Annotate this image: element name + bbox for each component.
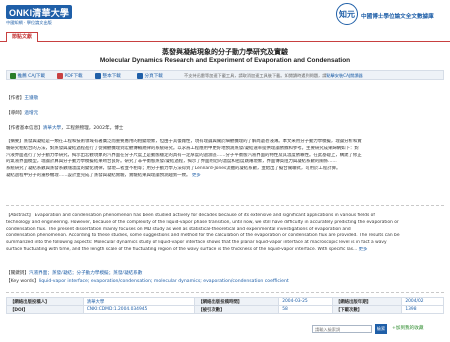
title-english: Molecular Dynamics Research and Experime… — [99, 57, 351, 64]
table-value-cell: 2004/02 — [401, 297, 444, 306]
bottom-bar: 檢索 +加到我的收藏 — [6, 324, 444, 336]
keywords-en-links[interactable]: liquid-vapor interface; evaporation/cond… — [39, 279, 289, 284]
caj-download-label: 推薦 CAJ下載 — [17, 73, 46, 79]
abstract-english: 【Abstract】 Evaporation and condensation … — [6, 213, 444, 254]
abstract-en-line: condensation phenomenon. According to th… — [6, 233, 400, 239]
divider — [6, 205, 444, 206]
abstract-cn-line: 【摘要】蒸發與凝結是一類在工程和技術領域有著廣泛而重要應用的相變現象，但由于其復… — [6, 139, 362, 144]
publication-info-table: 【網絡出版投稿人】 清華大學 【網絡出版投稿時間】 2004-03-25 【網絡… — [6, 297, 444, 314]
logo-text: ONKI清華大學 — [9, 8, 70, 18]
table-value-cell: CNKI:CDMD:1.2004.034945 — [82, 305, 196, 314]
tab-node-document[interactable]: 節點文獻 — [6, 32, 39, 42]
school-link[interactable]: 清華大學 — [43, 126, 61, 131]
page-download-button[interactable]: 分頁下載 — [137, 72, 163, 79]
author-row: 【作者】王遵敬 — [6, 96, 444, 103]
search-button[interactable]: 檢索 — [375, 324, 387, 334]
author-label: 【作者】 — [6, 96, 25, 101]
cnki-logo[interactable]: ONKI清華大學 — [6, 5, 72, 19]
table-value-cell: 1398 — [401, 305, 444, 314]
table-value-cell: 58 — [278, 305, 333, 314]
caj-icon — [10, 72, 16, 79]
whole-download-button[interactable]: 整本下載 — [95, 72, 121, 79]
abstract-en-line: surface fluctuating with time, and the l… — [6, 246, 368, 252]
table-header-cell: 【被引次數】 — [194, 305, 280, 314]
pages-icon — [137, 72, 143, 79]
caj-download-button[interactable]: 推薦 CAJ下載 — [10, 72, 45, 79]
abstract-cn-line: 驗研究相結合的方法，對蒸發與凝結過程進行了從微觀機理到宏觀傳輸規律的系統研究。以… — [6, 145, 359, 151]
logo-subtitle: 中國知網 · 學位論文出版 — [6, 20, 52, 25]
abstract-en-line: summarized into the following aspects: M… — [6, 240, 387, 246]
whole-download-label: 整本下載 — [102, 73, 121, 79]
table-header-cell: 【下載次數】 — [331, 305, 403, 314]
download-toolbar: 推薦 CAJ下載 PDF下載 整本下載 分頁下載 不支持迅雷等加速下載工具，請取… — [6, 70, 444, 80]
book-icon — [95, 72, 101, 79]
abstract-cn-line: 系統研究了凝結系數與蒸發系數隨溫度的變化規律，發現二者並不相等；用分子動力學方法… — [6, 166, 341, 172]
divider — [6, 292, 444, 293]
abstract-cn-more-link[interactable]: 更多 — [192, 173, 201, 178]
abstract-cn-line: 凝結過程中分子的遷移機理……設計並完成了蒸發與凝結實驗，實驗結果與理論預測趨勢一… — [6, 172, 201, 178]
abstract-en-line: technology and engineering. However, bec… — [6, 219, 399, 225]
abstract-en-label: 【Abstract】 — [6, 213, 34, 218]
table-row: 【DOI】 CNKI:CDMD:1.2004.034945 【被引次數】 58 … — [6, 305, 444, 314]
abstract-cn-line: 的氣液界面模型，理論計算與分子動力學模擬結果吻合良好。研究了非平衡態蒸發/凝結過… — [6, 159, 337, 165]
table-value-cell: 2004-03-25 — [278, 297, 333, 306]
abstract-chinese: 【摘要】蒸發與凝結是一類在工程和技術領域有著廣泛而重要應用的相變現象，但由于其復… — [6, 139, 444, 180]
title-chinese: 蒸發與凝結現象的分子動力學研究及實驗 — [162, 47, 288, 56]
degree-row: 【作者基本信息】清華大學，工程熱物理，2002年，博士 — [6, 126, 444, 133]
search-input[interactable] — [312, 325, 372, 333]
abstract-en-line: 【Abstract】 Evaporation and condensation … — [6, 213, 375, 218]
notice-text: 不支持迅雷等加速下載工具，請取消加速工具後下載。如閱讀時遇到問題，請 — [184, 73, 327, 78]
keywords-cn-row: 【關鍵詞】汽液界面；蒸發/凝結；分子動力學模擬；蒸發/凝結系數 — [6, 271, 444, 278]
keywords-cn-links[interactable]: 汽液界面；蒸發/凝結；分子動力學模擬；蒸發/凝結系數 — [29, 271, 142, 276]
install-caj-link[interactable]: 點擊安裝CAJ閱讀器 — [326, 73, 362, 78]
degree-info: ，工程熱物理，2002年，博士 — [61, 126, 124, 131]
header: ONKI清華大學 中國知網 · 學位論文出版 知元 中國博士學位論文全文數據庫 — [0, 0, 450, 30]
table-value-cell[interactable]: 清華大學 — [82, 297, 196, 306]
degree-label: 【作者基本信息】 — [6, 126, 43, 131]
pdf-icon — [57, 72, 63, 79]
table-header-cell: 【網絡出版年期】 — [331, 297, 403, 306]
author-link[interactable]: 王遵敬 — [24, 96, 38, 101]
abstract-en-line: condensation flux. The present dissertat… — [6, 226, 351, 232]
page-download-label: 分頁下載 — [144, 73, 163, 79]
database-name: 中國博士學位論文全文數據庫 — [361, 14, 434, 20]
abstract-cn-line: 汽液界面進行了分子動力學研究，揭示出宏觀現象的汽界面在分子尺度上是動態穩定的具有… — [6, 152, 362, 158]
table-row: 【網絡出版投稿人】 清華大學 【網絡出版投稿時間】 2004-03-25 【網絡… — [6, 297, 444, 306]
add-favorite-link[interactable]: +加到我的收藏 — [392, 325, 423, 333]
keywords-cn-label: 【關鍵詞】 — [6, 271, 29, 276]
keywords-en-row: 【Key words】liquid-vapor interface; evapo… — [6, 279, 444, 286]
brand-mark-text: 知元 — [339, 9, 355, 19]
table-header-cell: 【網絡出版投稿人】 — [6, 297, 84, 306]
advisor-link[interactable]: 過增元 — [24, 111, 38, 116]
abstract-en-more-link[interactable]: 更多 — [359, 247, 368, 252]
abstract-cn-label: 【摘要】 — [6, 139, 24, 144]
keywords-en-label: 【Key words】 — [6, 279, 39, 284]
download-notice: 不支持迅雷等加速下載工具，請取消加速工具後下載。如閱讀時遇到問題，請點擊安裝CA… — [184, 72, 363, 79]
pdf-download-button[interactable]: PDF下載 — [57, 72, 83, 79]
add-favorite-label: 加到我的收藏 — [395, 326, 424, 331]
advisor-label: 【導師】 — [6, 111, 25, 116]
pdf-download-label: PDF下載 — [64, 73, 83, 79]
table-header-cell: 【DOI】 — [6, 305, 84, 314]
tab-bar: 節點文獻 — [0, 32, 450, 42]
advisor-row: 【導師】過增元 — [6, 111, 444, 118]
brand-mark-icon: 知元 — [336, 3, 358, 25]
table-header-cell: 【網絡出版投稿時間】 — [194, 297, 280, 306]
